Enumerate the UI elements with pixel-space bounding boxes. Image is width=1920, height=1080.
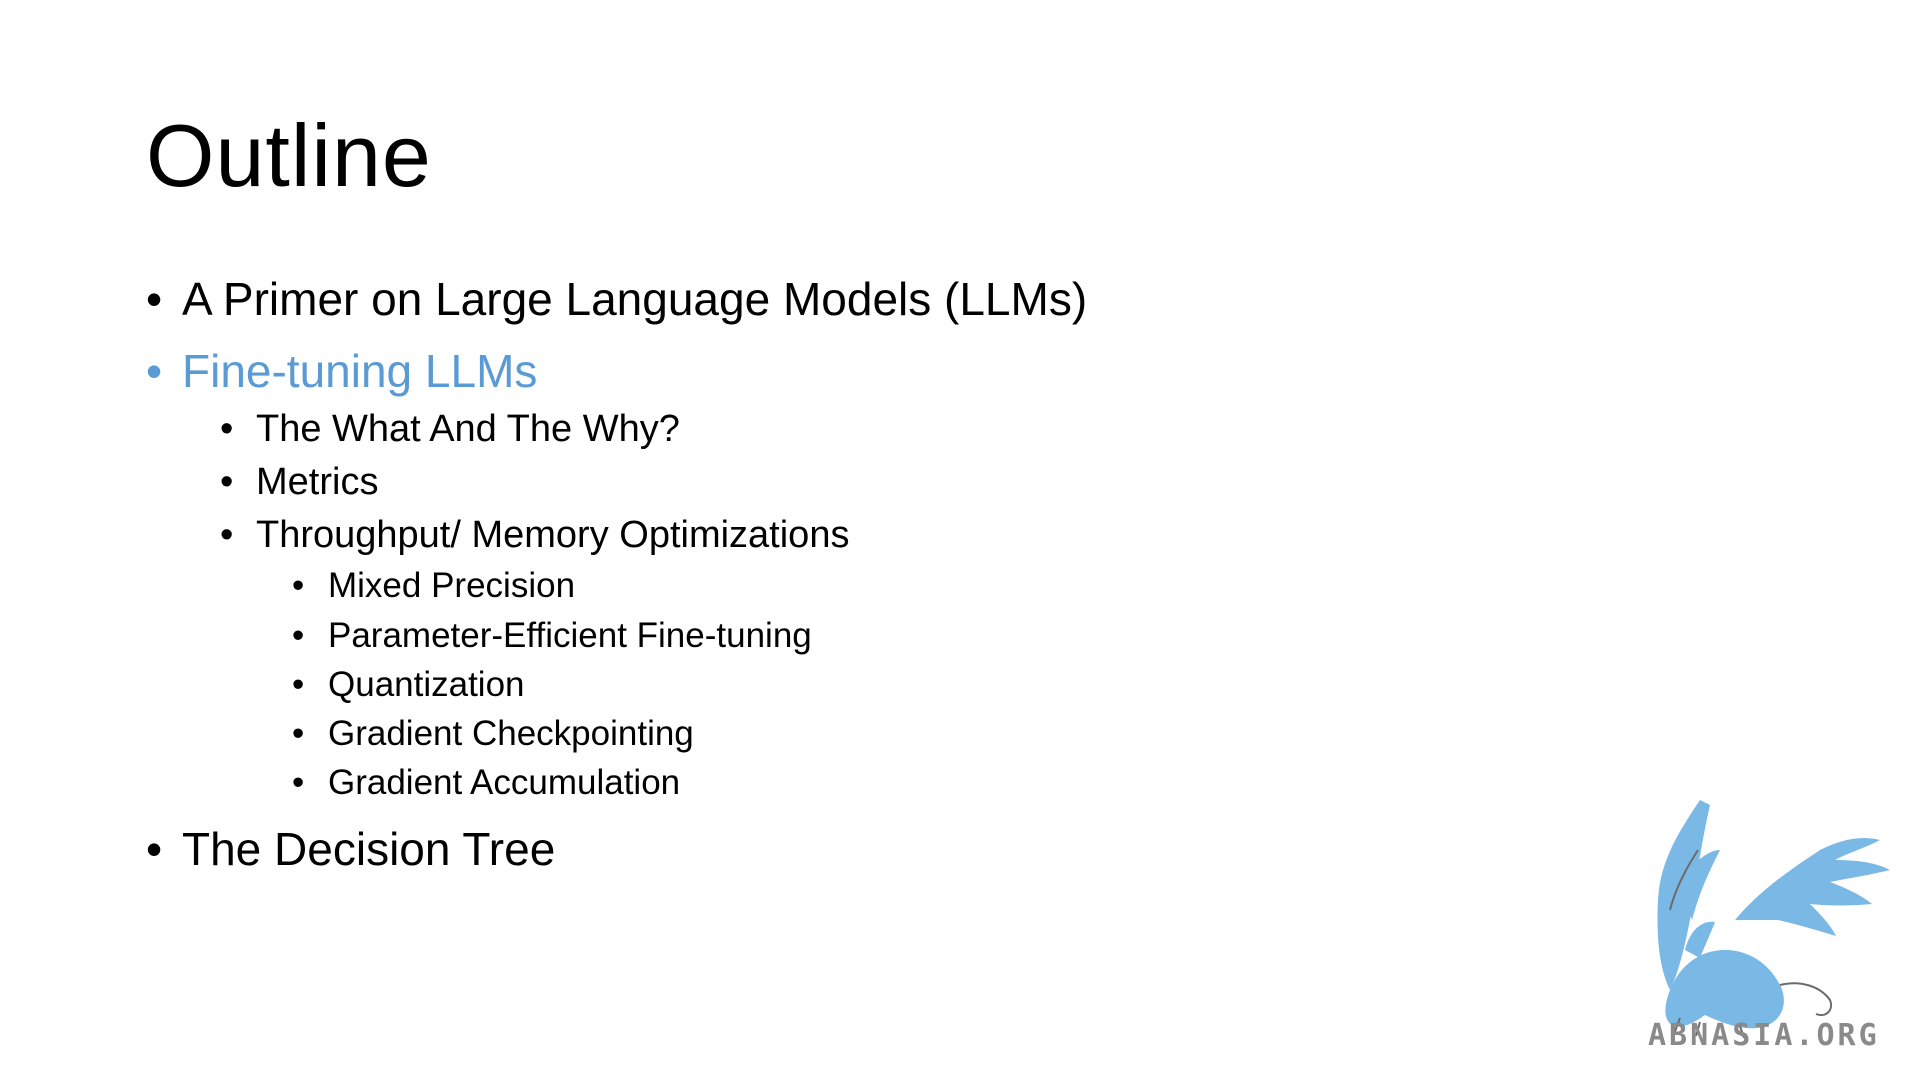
- sub-sub-bullet-item: • Mixed Precision: [292, 566, 575, 606]
- bullet-text: Metrics: [256, 461, 379, 503]
- bullet-item: • A Primer on Large Language Models (LLM…: [146, 272, 1087, 326]
- bullet-text: Quantization: [328, 665, 525, 704]
- sub-sub-bullet-item: • Gradient Checkpointing: [292, 714, 694, 754]
- bullet-glyph: •: [292, 665, 305, 704]
- bullet-glyph: •: [146, 273, 163, 325]
- bullet-text: The Decision Tree: [182, 823, 556, 875]
- sub-bullet-item: • The What And The Why?: [220, 408, 680, 451]
- bullet-glyph: •: [292, 714, 305, 753]
- bullet-text: The What And The Why?: [256, 408, 680, 450]
- bullet-text: Fine-tuning LLMs: [182, 345, 538, 397]
- bullet-text: A Primer on Large Language Models (LLMs): [182, 273, 1088, 325]
- bullet-glyph: •: [220, 461, 234, 503]
- bullet-glyph: •: [292, 566, 305, 605]
- bullet-glyph: •: [292, 616, 305, 655]
- sub-sub-bullet-item: • Gradient Accumulation: [292, 763, 680, 803]
- bullet-glyph: •: [220, 514, 234, 556]
- bullet-text: Parameter-Efficient Fine-tuning: [328, 616, 812, 655]
- bullet-text: Mixed Precision: [328, 566, 576, 605]
- slide-title: Outline: [146, 106, 432, 205]
- bullet-text: Gradient Accumulation: [328, 763, 681, 802]
- sub-bullet-item: • Metrics: [220, 461, 378, 504]
- bullet-glyph: •: [146, 345, 163, 397]
- griffin-logo-icon: [1657, 800, 1890, 1039]
- bullet-item: • The Decision Tree: [146, 822, 555, 876]
- bullet-glyph: •: [146, 823, 163, 875]
- sub-sub-bullet-item: • Parameter-Efficient Fine-tuning: [292, 616, 812, 656]
- bullet-item-highlighted: • Fine-tuning LLMs: [146, 344, 537, 398]
- watermark-text: ABNASIA.ORG: [1648, 1018, 1880, 1053]
- bullet-glyph: •: [292, 763, 305, 802]
- bullet-glyph: •: [220, 408, 234, 450]
- sub-sub-bullet-item: • Quantization: [292, 665, 525, 705]
- slide: Outline • A Primer on Large Language Mod…: [0, 0, 1920, 1080]
- bullet-text: Throughput/ Memory Optimizations: [256, 514, 850, 556]
- sub-bullet-item: • Throughput/ Memory Optimizations: [220, 514, 849, 557]
- bullet-text: Gradient Checkpointing: [328, 714, 694, 753]
